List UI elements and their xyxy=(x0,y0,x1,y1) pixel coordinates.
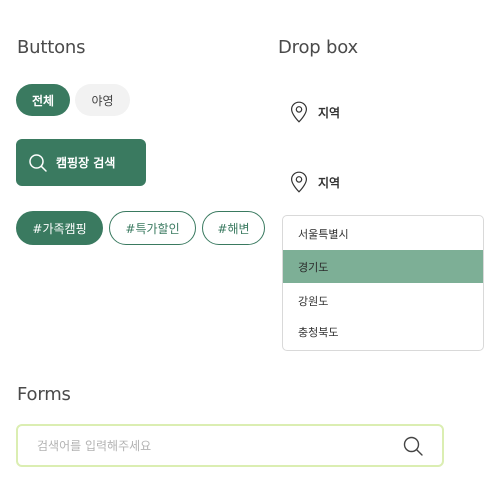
option-label: 서울특별시 xyxy=(298,227,349,241)
region-select-collapsed[interactable]: 지역 xyxy=(290,101,340,123)
forms-section-title: Forms xyxy=(17,384,71,405)
map-pin-icon xyxy=(290,101,308,123)
region-label: 지역 xyxy=(318,105,341,120)
tag-label: #특가할인 xyxy=(125,221,180,236)
tag-label: #가족캠핑 xyxy=(32,221,87,236)
toggle-all-button[interactable]: 전체 xyxy=(16,84,70,116)
search-input[interactable] xyxy=(37,438,402,453)
tag-label: #해변 xyxy=(217,221,250,236)
tag-family-camping[interactable]: #가족캠핑 xyxy=(16,211,103,245)
dropdown-option-gyeonggi[interactable]: 경기도 xyxy=(283,250,483,283)
dropbox-section-title: Drop box xyxy=(278,37,358,58)
tag-special-discount[interactable]: #특가할인 xyxy=(109,211,196,245)
map-pin-icon xyxy=(290,171,308,193)
toggle-night-button[interactable]: 야영 xyxy=(75,84,130,116)
dropdown-option-seoul[interactable]: 서울특별시 xyxy=(283,217,483,250)
option-label: 충청북도 xyxy=(298,325,339,339)
search-icon[interactable] xyxy=(402,435,424,457)
region-label: 지역 xyxy=(318,175,341,190)
option-label: 강원도 xyxy=(298,294,329,308)
search-field xyxy=(16,424,444,467)
campsite-search-label: 캠핑장 검색 xyxy=(56,156,116,170)
search-icon xyxy=(28,153,48,173)
campsite-search-button[interactable]: 캠핑장 검색 xyxy=(16,139,146,186)
toggle-night-label: 야영 xyxy=(91,93,114,108)
dropdown-option-gangwon[interactable]: 강원도 xyxy=(283,284,483,317)
toggle-all-label: 전체 xyxy=(31,93,55,108)
tag-beach[interactable]: #해변 xyxy=(202,211,265,245)
dropdown-option-chungbuk[interactable]: 충청북도 xyxy=(283,315,483,348)
buttons-section-title: Buttons xyxy=(17,37,86,58)
region-select-expanded[interactable]: 지역 xyxy=(290,171,340,193)
option-label: 경기도 xyxy=(298,260,329,274)
region-dropdown-list: 서울특별시 경기도 강원도 충청북도 xyxy=(282,215,484,351)
